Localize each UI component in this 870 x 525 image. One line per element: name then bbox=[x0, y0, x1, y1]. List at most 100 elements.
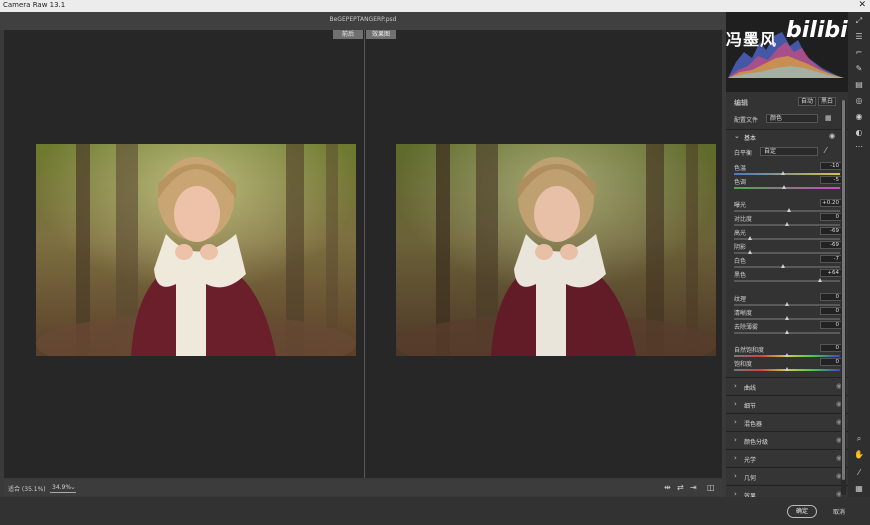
redeye-icon[interactable]: ◉ bbox=[853, 112, 865, 122]
chevron-right-icon[interactable]: › bbox=[734, 436, 737, 444]
auto-button[interactable]: 自动 bbox=[798, 97, 817, 106]
slider-value-field[interactable]: 0 bbox=[820, 358, 842, 366]
copy-icon[interactable]: ⇥ bbox=[690, 483, 697, 492]
hand-icon[interactable]: ✋ bbox=[853, 450, 865, 460]
profile-select[interactable]: 颜色 bbox=[766, 114, 818, 123]
zoom-label[interactable]: 适合 (35.1%) bbox=[8, 484, 46, 493]
slider-track[interactable] bbox=[734, 173, 840, 175]
slider-wb-1[interactable]: 色调 -5 bbox=[734, 176, 842, 191]
chevron-right-icon[interactable]: › bbox=[734, 454, 737, 462]
slider-value-field[interactable]: 0 bbox=[820, 344, 842, 352]
slider-value-field[interactable]: -69 bbox=[820, 227, 842, 235]
slider-value-field[interactable]: -10 bbox=[820, 162, 842, 170]
grid-icon[interactable]: ▦ bbox=[853, 484, 865, 494]
profile-browser-icon[interactable]: ▦ bbox=[825, 114, 832, 122]
slider-handle[interactable] bbox=[784, 330, 789, 334]
more-icon[interactable]: ⋯ bbox=[853, 142, 865, 152]
edit-panel: 冯墨风 bilibili 编辑 自动 黑白 配置文件 颜色 ▦ ⌄ 基本 ◉ 白… bbox=[726, 12, 863, 502]
sliders-icon[interactable]: ☰ bbox=[853, 32, 865, 42]
slider-handle[interactable] bbox=[784, 316, 789, 320]
slider-handle[interactable] bbox=[784, 222, 789, 226]
slider-tone-5[interactable]: 黑色 +64 bbox=[734, 269, 842, 284]
slider-handle[interactable] bbox=[818, 278, 823, 282]
slider-presence-2[interactable]: 去除薄雾 0 bbox=[734, 321, 842, 336]
eyedropper-tool-icon[interactable]: ⁄ bbox=[853, 468, 865, 478]
slider-track[interactable] bbox=[734, 266, 840, 268]
after-photo bbox=[396, 144, 716, 356]
chevron-right-icon[interactable]: › bbox=[734, 382, 737, 390]
crop-icon[interactable]: ⌐ bbox=[853, 48, 865, 58]
section-label: 几何 bbox=[744, 475, 757, 482]
swap-icon[interactable]: ⇄ bbox=[677, 483, 684, 492]
section-2[interactable]: › 混色器 ◉ bbox=[726, 413, 848, 430]
basic-section-title[interactable]: 基本 bbox=[744, 133, 852, 142]
presets-icon[interactable]: ◐ bbox=[853, 128, 865, 138]
slider-color-0[interactable]: 自然饱和度 0 bbox=[734, 344, 842, 359]
after-view-button[interactable]: 效果图 bbox=[366, 30, 396, 39]
slider-value-field[interactable]: -69 bbox=[820, 241, 842, 249]
wb-select[interactable]: 自定 bbox=[760, 147, 818, 156]
slider-color-1[interactable]: 饱和度 0 bbox=[734, 358, 842, 373]
ok-button[interactable]: 确定 bbox=[787, 505, 817, 518]
slider-tone-4[interactable]: 白色 -7 bbox=[734, 255, 842, 270]
expand-icon[interactable]: ⤢ bbox=[853, 16, 865, 26]
slider-label: 色温 bbox=[734, 165, 747, 172]
slider-tone-1[interactable]: 对比度 0 bbox=[734, 213, 842, 228]
slider-handle[interactable] bbox=[784, 353, 789, 357]
slider-label: 曝光 bbox=[734, 202, 747, 209]
eye-icon[interactable]: ◉ bbox=[829, 132, 835, 140]
slider-label: 清晰度 bbox=[734, 310, 753, 317]
slider-presence-0[interactable]: 纹理 0 bbox=[734, 293, 842, 308]
compare-icon[interactable]: ⇹ bbox=[664, 483, 671, 492]
slider-handle[interactable] bbox=[748, 250, 753, 254]
slider-handle[interactable] bbox=[748, 236, 753, 240]
split-icon[interactable]: ◫ bbox=[707, 483, 715, 492]
section-5[interactable]: › 几何 ◉ bbox=[726, 467, 848, 484]
slider-value-field[interactable]: -5 bbox=[820, 176, 842, 184]
slider-value-field[interactable]: +0.20 bbox=[820, 199, 842, 207]
section-3[interactable]: › 颜色分级 ◉ bbox=[726, 431, 848, 448]
before-view-button[interactable]: 前后 bbox=[333, 30, 363, 39]
bw-button[interactable]: 黑白 bbox=[818, 97, 837, 106]
section-4[interactable]: › 光学 ◉ bbox=[726, 449, 848, 466]
close-icon[interactable]: ✕ bbox=[858, 0, 866, 10]
section-1[interactable]: › 细节 ◉ bbox=[726, 395, 848, 412]
portrait-image-before bbox=[36, 144, 356, 356]
chevron-right-icon[interactable]: › bbox=[734, 418, 737, 426]
slider-value-field[interactable]: +64 bbox=[820, 269, 842, 277]
slider-value-field[interactable]: 0 bbox=[820, 213, 842, 221]
slider-handle[interactable] bbox=[784, 302, 789, 306]
slider-handle[interactable] bbox=[784, 367, 789, 371]
slider-label: 饱和度 bbox=[734, 361, 753, 368]
slider-value-field[interactable]: -7 bbox=[820, 255, 842, 263]
slider-track[interactable] bbox=[734, 280, 840, 282]
slider-tone-3[interactable]: 阴影 -69 bbox=[734, 241, 842, 256]
slider-value-field[interactable]: 0 bbox=[820, 307, 842, 315]
document-bar: BeGEPEPTANGERP.psd bbox=[0, 12, 726, 30]
slider-handle[interactable] bbox=[781, 171, 786, 175]
chevron-right-icon[interactable]: › bbox=[734, 400, 737, 408]
chevron-down-icon[interactable]: ⌄ bbox=[734, 132, 740, 140]
slider-handle[interactable] bbox=[786, 208, 791, 212]
slider-track[interactable] bbox=[734, 187, 840, 189]
slider-handle[interactable] bbox=[782, 185, 787, 189]
slider-label: 对比度 bbox=[734, 216, 753, 223]
slider-tone-0[interactable]: 曝光 +0.20 bbox=[734, 199, 842, 214]
slider-value-field[interactable]: 0 bbox=[820, 293, 842, 301]
gradient-icon[interactable]: ▤ bbox=[853, 80, 865, 90]
panel-scrollbar[interactable] bbox=[841, 100, 846, 495]
chevron-down-icon[interactable]: ⌄ bbox=[70, 483, 76, 491]
scrollbar-thumb[interactable] bbox=[842, 100, 845, 480]
slider-wb-0[interactable]: 色温 -10 bbox=[734, 162, 842, 177]
eyedropper-icon[interactable]: ⁄ bbox=[825, 146, 826, 155]
section-0[interactable]: › 曲线 ◉ bbox=[726, 377, 848, 394]
cancel-button[interactable]: 取消 bbox=[833, 507, 845, 516]
slider-tone-2[interactable]: 高光 -69 bbox=[734, 227, 842, 242]
slider-value-field[interactable]: 0 bbox=[820, 321, 842, 329]
chevron-right-icon[interactable]: › bbox=[734, 472, 737, 480]
radial-icon[interactable]: ◎ bbox=[853, 96, 865, 106]
brush-icon[interactable]: ✎ bbox=[853, 64, 865, 74]
zoom-icon[interactable]: ⌕ bbox=[853, 434, 865, 444]
slider-handle[interactable] bbox=[781, 264, 786, 268]
slider-presence-1[interactable]: 清晰度 0 bbox=[734, 307, 842, 322]
